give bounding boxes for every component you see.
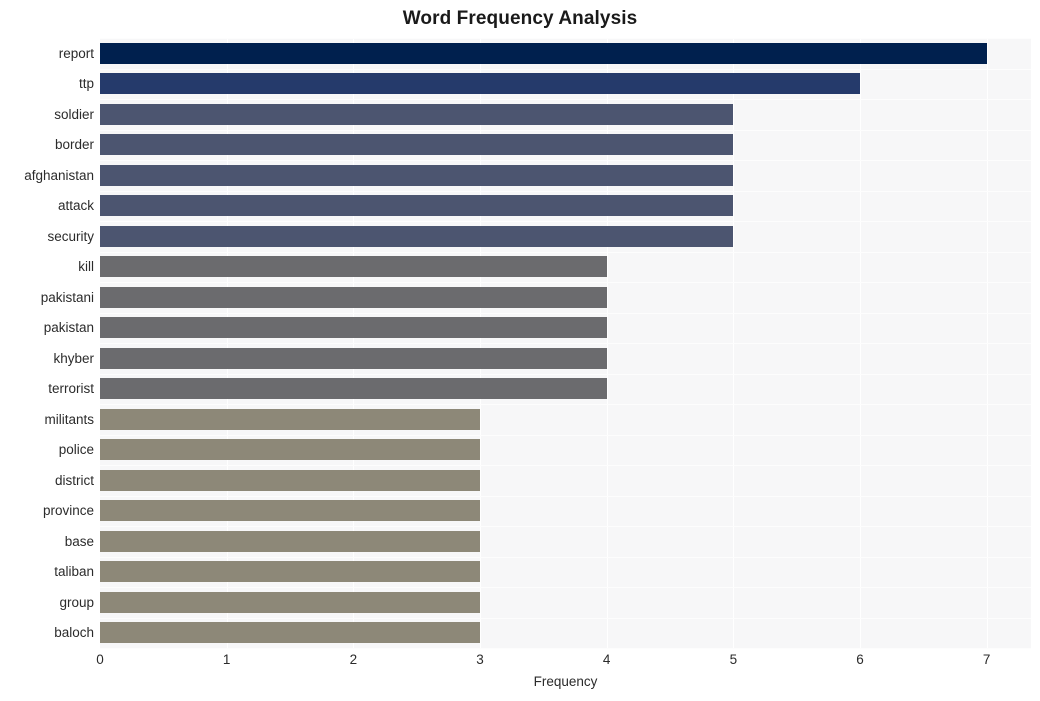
y-axis-label: militants (44, 411, 94, 427)
bar-row (100, 195, 1031, 217)
y-axis-label: base (64, 533, 94, 549)
horizontal-gridline (100, 587, 1031, 588)
bar (100, 439, 480, 461)
horizontal-gridline (100, 434, 1031, 436)
horizontal-gridline (100, 68, 1031, 70)
x-tick-label: 6 (856, 652, 864, 667)
chart-figure: Word Frequency Analysis report ttp soldier… (0, 0, 1040, 701)
x-tick-label: 1 (222, 652, 231, 667)
horizontal-gridline (100, 221, 1031, 222)
y-axis-label: kill (78, 259, 94, 275)
bar-row (100, 164, 1031, 186)
bar-row (100, 347, 1031, 369)
y-axis-label: attack (57, 198, 94, 214)
bar-row (100, 225, 1031, 247)
x-tick-label: 7 (982, 652, 991, 667)
y-axis-label: khyber (53, 350, 94, 366)
y-axis-label: afghanistan (24, 167, 94, 183)
horizontal-gridline (100, 38, 1031, 39)
horizontal-gridline (100, 312, 1031, 314)
horizontal-gridline (100, 99, 1031, 100)
y-axis-label: report (58, 45, 94, 61)
horizontal-gridline (100, 556, 1031, 558)
horizontal-gridline (100, 495, 1031, 497)
bar (100, 73, 860, 95)
y-axis-label: baloch (54, 625, 94, 641)
bar (100, 408, 480, 430)
y-axis-label: police (58, 442, 94, 458)
bar-row (100, 591, 1031, 613)
y-axis-label: terrorist (48, 381, 94, 397)
horizontal-gridline (100, 465, 1031, 466)
y-axis-label: taliban (54, 564, 94, 580)
x-tick-label: 4 (602, 652, 611, 667)
y-axis-label: province (42, 503, 94, 519)
x-axis-tick-labels: 0 1 2 3 4 5 6 7 (0, 648, 1040, 672)
bar-row (100, 286, 1031, 308)
y-axis-label: security (47, 228, 94, 244)
bar (100, 225, 734, 247)
bar-row (100, 439, 1031, 461)
bar (100, 469, 480, 491)
bar (100, 530, 480, 552)
bar (100, 103, 734, 125)
bar (100, 286, 607, 308)
horizontal-gridline (100, 526, 1031, 527)
bar (100, 42, 987, 64)
bar-row (100, 42, 1031, 64)
y-axis-label: pakistani (40, 289, 94, 305)
bar (100, 195, 734, 217)
horizontal-gridline (100, 190, 1031, 192)
horizontal-gridline (100, 129, 1031, 131)
bar (100, 622, 480, 644)
bar-row (100, 103, 1031, 125)
plot-area (100, 38, 1031, 649)
bar (100, 500, 480, 522)
bar (100, 561, 480, 583)
bar-row (100, 256, 1031, 278)
bar (100, 134, 734, 156)
y-axis-label: ttp (78, 76, 94, 92)
bar-row (100, 408, 1031, 430)
horizontal-gridline (100, 343, 1031, 344)
x-tick-label: 2 (349, 652, 358, 667)
horizontal-gridline (100, 251, 1031, 253)
bar-row (100, 500, 1031, 522)
bar-row (100, 134, 1031, 156)
x-tick-label: 3 (476, 652, 484, 667)
y-axis-label: pakistan (43, 320, 94, 336)
y-axis-label: border (54, 137, 94, 153)
bar-row (100, 317, 1031, 339)
bar-row (100, 622, 1031, 644)
y-axis-label: district (54, 472, 94, 488)
x-axis-title: Frequency (533, 674, 598, 689)
bar-row (100, 469, 1031, 491)
bar (100, 591, 480, 613)
bar (100, 347, 607, 369)
bar (100, 317, 607, 339)
x-tick-label: 5 (729, 652, 738, 667)
y-axis-label: group (59, 594, 94, 610)
bar (100, 256, 607, 278)
horizontal-gridline (100, 160, 1031, 161)
bar-row (100, 73, 1031, 95)
bar-row (100, 378, 1031, 400)
bar (100, 378, 607, 400)
y-axis-label: soldier (54, 106, 94, 122)
bar-row (100, 530, 1031, 552)
bar (100, 164, 734, 186)
horizontal-gridline (100, 617, 1031, 619)
horizontal-gridline (100, 404, 1031, 405)
chart-title: Word Frequency Analysis (402, 8, 638, 29)
y-axis-category-labels: report ttp soldier border afghanistan attack s… (0, 38, 94, 648)
x-tick-label: 0 (96, 652, 104, 667)
horizontal-gridline (100, 373, 1031, 375)
horizontal-gridline (100, 282, 1031, 283)
bar-row (100, 561, 1031, 583)
